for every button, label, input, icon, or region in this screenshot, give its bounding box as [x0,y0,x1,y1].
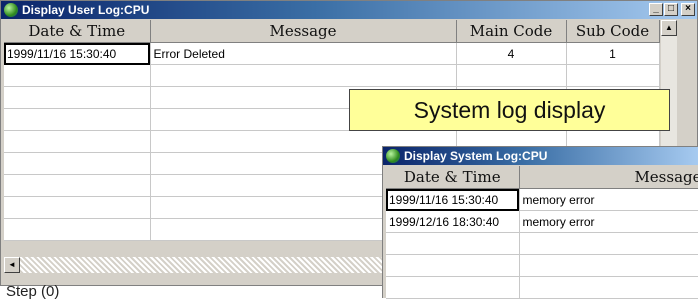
cell-datetime[interactable]: 1999/11/16 15:30:40 [4,42,151,65]
table-row[interactable] [4,64,660,87]
app-globe-icon [386,149,400,163]
user-log-titlebar[interactable]: Display User Log:CPU _ □ × [1,1,697,19]
cell-datetime[interactable]: 1999/11/16 15:30:40 [386,188,520,211]
cell-message[interactable]: memory error [519,210,698,233]
table-row[interactable]: 1999/11/16 15:30:40 memory error [386,188,698,211]
table-row[interactable] [386,254,698,277]
system-log-title: Display System Log:CPU [404,149,548,163]
system-log-titlebar[interactable]: Display System Log:CPU [383,147,698,165]
table-row[interactable]: 1999/11/16 15:30:40 Error Deleted 4 1 [4,42,660,65]
column-header-main-code[interactable]: Main Code [456,20,567,43]
step-status-text: Step (0) [6,283,60,300]
system-log-table: Date & Time Message 1999/11/16 15:30:40 … [386,166,698,299]
system-log-callout-label: System log display [349,89,670,131]
column-header-sub-code[interactable]: Sub Code [566,20,660,43]
system-log-window: Display System Log:CPU Date & Time Messa… [382,146,698,299]
column-header-message[interactable]: Message [150,20,457,43]
scroll-up-button[interactable]: ▲ [661,20,677,36]
cell-datetime[interactable]: 1999/12/16 18:30:40 [386,210,520,233]
minimize-button[interactable]: _ [649,3,663,16]
table-row[interactable] [386,276,698,299]
column-header-datetime[interactable]: Date & Time [4,20,151,43]
horizontal-scrollbar[interactable]: ◄ [4,257,384,273]
table-row[interactable] [386,232,698,255]
column-header-datetime[interactable]: Date & Time [386,166,520,189]
app-globe-icon [4,3,18,17]
cell-main-code[interactable]: 4 [456,42,567,65]
column-header-message[interactable]: Message [519,166,698,189]
table-row[interactable]: 1999/12/16 18:30:40 memory error [386,210,698,233]
cell-message[interactable]: memory error [519,188,698,211]
cell-message[interactable]: Error Deleted [150,42,457,65]
user-log-title: Display User Log:CPU [22,3,150,17]
cell-sub-code[interactable]: 1 [566,42,660,65]
scroll-left-button[interactable]: ◄ [4,257,20,273]
close-button[interactable]: × [681,3,695,16]
maximize-button[interactable]: □ [664,3,678,16]
